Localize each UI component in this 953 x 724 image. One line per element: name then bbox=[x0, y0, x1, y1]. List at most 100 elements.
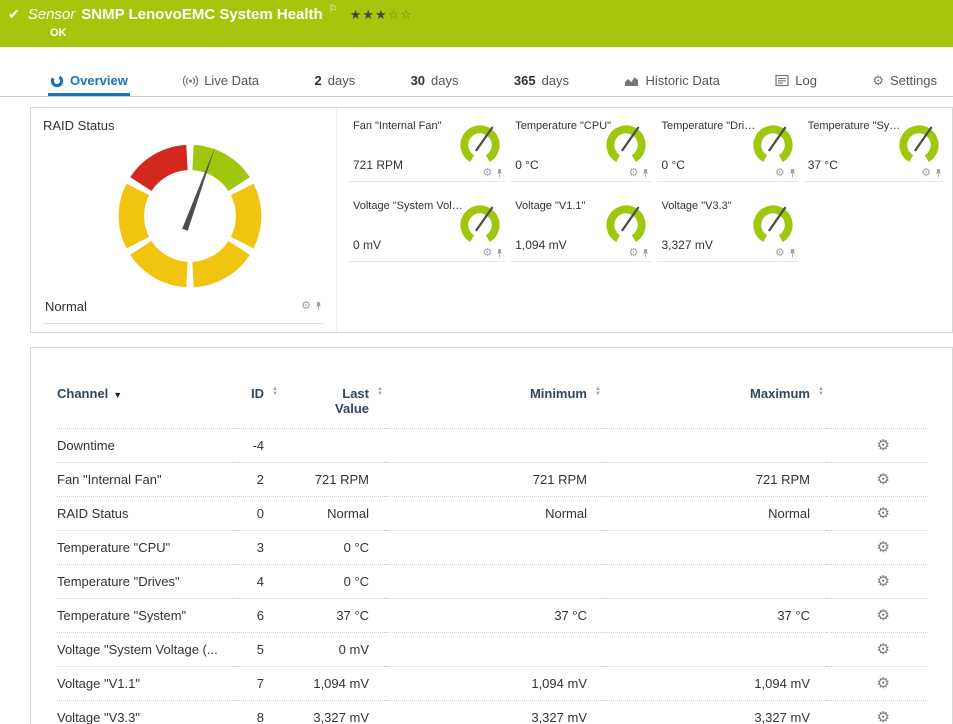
cell-channel: Temperature "Drives" bbox=[57, 565, 232, 599]
pin-icon[interactable] bbox=[642, 248, 649, 259]
channel-row[interactable]: Voltage "V1.1" 7 1,094 mV 1,094 mV 1,094… bbox=[57, 667, 928, 701]
gauge-value: 0 °C bbox=[661, 158, 684, 172]
gauge-title: Temperature "System" bbox=[808, 120, 904, 132]
gear-icon[interactable]: ⚙ bbox=[775, 248, 785, 259]
channel-row[interactable]: Temperature "CPU" 3 0 °C ⚙ bbox=[57, 531, 928, 565]
donut-chart-icon bbox=[50, 74, 64, 88]
tab-settings[interactable]: ⚙ Settings bbox=[870, 68, 939, 96]
tab-label: Settings bbox=[890, 73, 937, 88]
sort-icon[interactable]: ▲▼ bbox=[377, 387, 383, 397]
cell-maximum: 37 °C bbox=[603, 599, 826, 633]
sensor-status-badge: OK bbox=[50, 27, 67, 39]
cell-maximum bbox=[603, 429, 826, 463]
column-header-id[interactable]: ID ▲▼ bbox=[232, 386, 280, 429]
gauge-cell: Temperature "System" 37 °C ⚙ bbox=[804, 118, 944, 182]
sensor-header: ✔ Sensor SNMP LenovoEMC System Health ⚐ … bbox=[0, 0, 953, 47]
channel-row[interactable]: Downtime -4 ⚙ bbox=[57, 429, 928, 463]
cell-id: 3 bbox=[232, 531, 280, 565]
cell-last-value: 0 °C bbox=[280, 531, 385, 565]
gauge-cell: Voltage "V3.3" 3,327 mV ⚙ bbox=[657, 198, 797, 262]
tab-live-data[interactable]: Live Data bbox=[181, 68, 261, 96]
gauge-title: Temperature "CPU" bbox=[515, 120, 611, 132]
prtg-sensor-page: ✔ Sensor SNMP LenovoEMC System Health ⚐ … bbox=[0, 0, 953, 724]
channel-settings-gear-icon[interactable]: ⚙ bbox=[826, 667, 928, 701]
column-header-channel[interactable]: Channel▼ bbox=[57, 386, 232, 429]
gauge-title: Voltage "V1.1" bbox=[515, 200, 611, 212]
gear-icon[interactable]: ⚙ bbox=[629, 248, 639, 259]
channel-settings-gear-icon[interactable]: ⚙ bbox=[826, 565, 928, 599]
channel-row[interactable]: Temperature "Drives" 4 0 °C ⚙ bbox=[57, 565, 928, 599]
cell-id: 4 bbox=[232, 565, 280, 599]
priority-stars[interactable]: ★★★☆☆ bbox=[350, 7, 413, 23]
tab-365-days[interactable]: 365 days bbox=[512, 68, 571, 96]
sort-icon[interactable]: ▲▼ bbox=[595, 387, 601, 397]
column-header-last-value[interactable]: Last Value ▲▼ bbox=[280, 386, 385, 429]
channel-settings-gear-icon[interactable]: ⚙ bbox=[826, 463, 928, 497]
tab-label: days bbox=[431, 73, 458, 88]
gear-icon[interactable]: ⚙ bbox=[482, 248, 492, 259]
channel-row[interactable]: Fan "Internal Fan" 2 721 RPM 721 RPM 721… bbox=[57, 463, 928, 497]
tab-number: 365 bbox=[514, 73, 536, 88]
channel-settings-gear-icon[interactable]: ⚙ bbox=[826, 701, 928, 724]
gauge-title: Voltage "System Voltage (12... bbox=[353, 200, 465, 212]
gear-icon[interactable]: ⚙ bbox=[629, 168, 639, 179]
gauge-value: 1,094 mV bbox=[515, 238, 566, 252]
gauge-dial bbox=[896, 122, 942, 168]
tab-30-days[interactable]: 30 days bbox=[409, 68, 461, 96]
channel-row[interactable]: Voltage "V3.3" 8 3,327 mV 3,327 mV 3,327… bbox=[57, 701, 928, 724]
column-label: ID bbox=[251, 386, 264, 401]
channel-row[interactable]: RAID Status 0 Normal Normal Normal ⚙ bbox=[57, 497, 928, 531]
pin-icon[interactable] bbox=[789, 248, 796, 259]
tab-historic-data[interactable]: Historic Data bbox=[622, 68, 721, 96]
pin-icon[interactable] bbox=[496, 248, 503, 259]
status-ok-check-icon: ✔ bbox=[8, 6, 20, 23]
column-header-actions bbox=[826, 386, 928, 429]
sort-descending-icon: ▼ bbox=[113, 390, 122, 400]
gauge-value: 0 mV bbox=[353, 238, 381, 252]
tab-label: Log bbox=[795, 73, 817, 88]
tab-2-days[interactable]: 2 days bbox=[313, 68, 358, 96]
object-kind-label: Sensor bbox=[28, 6, 76, 23]
gear-icon[interactable]: ⚙ bbox=[921, 168, 931, 179]
cell-channel: Temperature "System" bbox=[57, 599, 232, 633]
column-label: Maximum bbox=[750, 386, 810, 401]
gear-icon[interactable]: ⚙ bbox=[775, 168, 785, 179]
stars-filled: ★★★ bbox=[350, 7, 388, 22]
gauge-grid: Fan "Internal Fan" 721 RPM ⚙ Temperature… bbox=[337, 108, 952, 332]
tab-label: days bbox=[328, 73, 355, 88]
channel-settings-gear-icon[interactable]: ⚙ bbox=[826, 633, 928, 667]
tab-log[interactable]: Log bbox=[773, 68, 819, 96]
gear-icon[interactable]: ⚙ bbox=[482, 168, 492, 179]
channel-row[interactable]: Temperature "System" 6 37 °C 37 °C 37 °C… bbox=[57, 599, 928, 633]
column-header-maximum[interactable]: Maximum ▲▼ bbox=[603, 386, 826, 429]
channel-settings-gear-icon[interactable]: ⚙ bbox=[826, 599, 928, 633]
sort-icon[interactable]: ▲▼ bbox=[272, 387, 278, 397]
cell-id: 0 bbox=[232, 497, 280, 531]
channel-row[interactable]: Voltage "System Voltage (... 5 0 mV ⚙ bbox=[57, 633, 928, 667]
tab-overview[interactable]: Overview bbox=[48, 68, 130, 96]
pin-icon[interactable] bbox=[642, 168, 649, 179]
pin-icon[interactable] bbox=[496, 168, 503, 179]
gauge-cell: Voltage "System Voltage (12... 0 mV ⚙ bbox=[349, 198, 505, 262]
channel-settings-gear-icon[interactable]: ⚙ bbox=[826, 429, 928, 463]
gauge-dial bbox=[750, 122, 796, 168]
cell-maximum bbox=[603, 633, 826, 667]
pin-icon[interactable] bbox=[789, 168, 796, 179]
gauge-cell: Temperature "CPU" 0 °C ⚙ bbox=[511, 118, 651, 182]
favorite-flag-icon[interactable]: ⚐ bbox=[329, 4, 338, 15]
column-header-minimum[interactable]: Minimum ▲▼ bbox=[385, 386, 603, 429]
cell-minimum: 37 °C bbox=[385, 599, 603, 633]
channel-settings-gear-icon[interactable]: ⚙ bbox=[826, 497, 928, 531]
pin-icon[interactable] bbox=[315, 301, 322, 312]
cell-channel: Temperature "CPU" bbox=[57, 531, 232, 565]
gauge-dial bbox=[603, 122, 649, 168]
sort-icon[interactable]: ▲▼ bbox=[818, 387, 824, 397]
gear-icon[interactable]: ⚙ bbox=[301, 301, 311, 312]
cell-last-value: 1,094 mV bbox=[280, 667, 385, 701]
channel-settings-gear-icon[interactable]: ⚙ bbox=[826, 531, 928, 565]
sensor-tab-bar: Overview Live Data 2 days 30 days 365 da… bbox=[0, 68, 953, 97]
gauge-value: 3,327 mV bbox=[661, 238, 712, 252]
gauge-value: 0 °C bbox=[515, 158, 538, 172]
pin-icon[interactable] bbox=[935, 168, 942, 179]
stars-empty: ☆☆ bbox=[388, 7, 413, 22]
